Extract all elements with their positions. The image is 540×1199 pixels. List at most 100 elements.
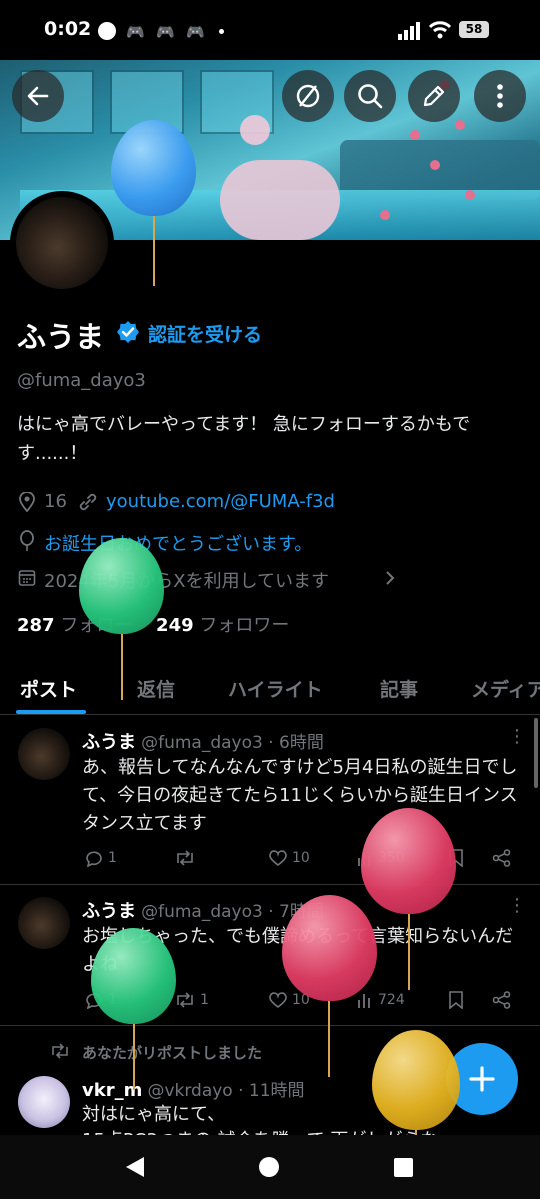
- game-controller-icon: 🎮: [186, 23, 205, 41]
- profile-website-link[interactable]: youtube.com/@FUMA-f3d: [106, 491, 335, 512]
- balloon-decoration: [282, 895, 377, 1001]
- lens-icon: [296, 84, 320, 108]
- repost-icon: [52, 1043, 68, 1059]
- banner-character-head: [240, 115, 270, 145]
- tweet-text: あ、報告してなんなんですけど5月4日私の誕生日でして、今日の夜起きてたら11じく…: [82, 757, 518, 834]
- wifi-icon: [428, 21, 452, 39]
- heart-icon: [269, 992, 287, 1009]
- birthday-message[interactable]: お誕生日おめでとうございます。: [44, 530, 312, 556]
- birthday-balloon-icon: [20, 530, 34, 551]
- balloon-string: [153, 216, 155, 286]
- followers-link[interactable]: 249 フォロワー: [156, 615, 289, 636]
- status-time: 0:02: [44, 18, 92, 40]
- tweet-author-name[interactable]: ふうま: [82, 732, 136, 753]
- nav-home-icon[interactable]: [258, 1156, 280, 1178]
- profile-bio: はにゃ高でバレーやってます！ 急にフォローするかもです......！: [17, 414, 471, 464]
- flower-decoration: [455, 120, 465, 130]
- flower-decoration: [465, 190, 475, 200]
- edit-icon: [423, 85, 445, 107]
- view-count: 724: [378, 992, 405, 1008]
- flower-decoration: [430, 160, 440, 170]
- balloon-string: [408, 914, 410, 990]
- tab-posts[interactable]: ポスト: [20, 675, 77, 702]
- back-button[interactable]: [12, 70, 64, 122]
- tweet-header: ふうま @fuma_dayo3 · 6時間: [82, 732, 324, 753]
- balloon-decoration: [111, 120, 196, 216]
- share-icon[interactable]: [492, 849, 512, 867]
- battery-indicator: 58: [459, 21, 489, 38]
- tweet-text-continued: 15点PC3つまの 試合を勝って 両がしがらな: [82, 1127, 522, 1135]
- reply-icon: [86, 851, 102, 867]
- repost-label: あなたがリポストしました: [82, 1044, 263, 1062]
- tweet-author-name[interactable]: ふうま: [82, 901, 136, 922]
- repost-icon: [177, 992, 193, 1008]
- game-controller-icon: 🎮: [126, 23, 145, 41]
- active-tab-indicator: [16, 710, 86, 714]
- tweet-author-handle: @fuma_dayo3: [141, 733, 263, 753]
- analytics-icon: [358, 994, 370, 1008]
- nav-back-icon[interactable]: [124, 1155, 146, 1179]
- tab-media[interactable]: メディア: [471, 675, 540, 702]
- get-verified-link[interactable]: 認証を受ける: [148, 320, 262, 347]
- heart-icon: [269, 850, 287, 867]
- profile-handle: @fuma_dayo3: [17, 370, 146, 391]
- reply-button[interactable]: 1: [84, 849, 117, 867]
- tweet-avatar[interactable]: [18, 897, 70, 949]
- search-button[interactable]: [344, 70, 396, 122]
- tab-replies[interactable]: 返信: [137, 675, 175, 702]
- lens-button[interactable]: [282, 70, 334, 122]
- balloon-decoration: [91, 928, 176, 1024]
- tweet-header: vkr_m @vkrdayo · 11時間: [82, 1080, 305, 1101]
- tweet-more-icon[interactable]: ⋮: [508, 895, 526, 916]
- nav-recents-icon[interactable]: [394, 1158, 413, 1177]
- more-vertical-icon: [497, 84, 503, 108]
- tweet-avatar[interactable]: [18, 728, 70, 780]
- reply-count: 1: [108, 850, 117, 866]
- following-count: 287: [17, 615, 55, 636]
- views-button[interactable]: 724: [356, 991, 405, 1009]
- tweet[interactable]: ふうま @fuma_dayo3 · 7時間 ⋮ お塩しちゃった、でも僕諦めるって…: [0, 885, 540, 1026]
- followers-count: 249: [156, 615, 194, 636]
- tab-highlights[interactable]: ハイライト: [228, 675, 323, 702]
- edit-button[interactable]: [408, 70, 460, 122]
- arrow-left-icon: [27, 86, 49, 106]
- verified-badge-icon[interactable]: [116, 320, 140, 344]
- more-notifications-dot-icon: [219, 29, 224, 34]
- repost-count: 1: [200, 992, 209, 1008]
- balloon-string: [133, 1024, 135, 1090]
- tweet-time: 6時間: [279, 733, 324, 753]
- link-icon: [79, 493, 97, 511]
- followers-label: フォロワー: [199, 615, 290, 636]
- system-nav-bar: [0, 1135, 540, 1199]
- tweet[interactable]: ふうま @fuma_dayo3 · 6時間 ⋮ あ、報告してなんなんですけど5月…: [0, 716, 540, 885]
- notification-dot-icon: [98, 22, 116, 40]
- balloon-decoration: [372, 1030, 460, 1130]
- profile-avatar[interactable]: [16, 197, 108, 289]
- like-button[interactable]: 10: [268, 849, 310, 867]
- more-options-button[interactable]: [474, 70, 526, 122]
- calendar-icon: [18, 570, 36, 586]
- banner-character: [220, 160, 340, 240]
- tweet-more-icon[interactable]: ⋮: [508, 726, 526, 747]
- balloon-string: [328, 1001, 330, 1077]
- display-name: ふうま: [17, 320, 105, 354]
- repost-icon: [177, 850, 193, 866]
- repost-button[interactable]: [174, 849, 200, 867]
- signal-icon: [398, 22, 420, 40]
- tweet-avatar[interactable]: [18, 1076, 70, 1128]
- tweet-author-handle: @fuma_dayo3: [141, 902, 263, 922]
- plus-icon: [469, 1066, 495, 1092]
- repost-button[interactable]: 1: [174, 991, 209, 1009]
- flower-decoration: [380, 210, 390, 220]
- tweet-header: ふうま @fuma_dayo3 · 7時間: [82, 897, 324, 923]
- profile-location: 16: [44, 491, 67, 512]
- tweet-time: 11時間: [248, 1081, 305, 1101]
- chevron-right-icon[interactable]: [384, 570, 396, 586]
- tweet-text: 対はにゃ高にて、: [82, 1104, 226, 1125]
- balloon-string: [121, 634, 123, 700]
- profile-tabs: ポスト 返信 ハイライト 記事 メディア: [0, 662, 540, 715]
- status-bar: 0:02 🎮 🎮 🎮 58: [0, 0, 540, 60]
- bookmark-icon[interactable]: [448, 991, 464, 1009]
- tab-articles[interactable]: 記事: [380, 675, 418, 702]
- share-icon[interactable]: [492, 991, 512, 1009]
